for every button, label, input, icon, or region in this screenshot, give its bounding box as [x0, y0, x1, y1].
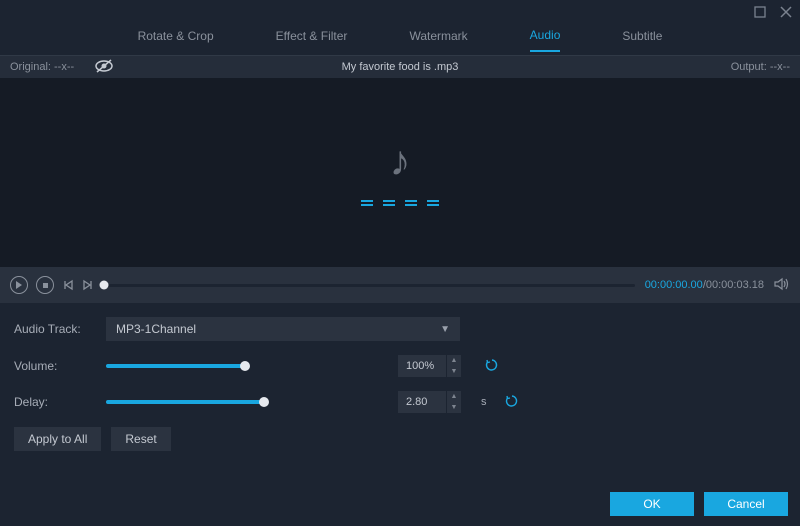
delay-reset-icon[interactable] [505, 394, 519, 411]
ok-button[interactable]: OK [610, 492, 694, 516]
delay-stepper[interactable]: ▲▼ [447, 391, 461, 413]
delay-unit: s [481, 396, 487, 408]
delay-slider[interactable] [106, 400, 384, 404]
preview-area: ♪ [0, 78, 800, 267]
cancel-button[interactable]: Cancel [704, 492, 788, 516]
output-dimensions: Output: --x-- [731, 61, 790, 73]
audio-track-select[interactable]: MP3-1Channel ▼ [106, 317, 460, 341]
volume-value[interactable]: 100% [398, 355, 446, 377]
tab-effect-filter[interactable]: Effect & Filter [276, 29, 348, 51]
stop-button[interactable] [36, 276, 54, 294]
chevron-down-icon: ▼ [440, 324, 450, 335]
time-total: 00:00:03.18 [706, 279, 764, 291]
volume-label: Volume: [14, 359, 92, 373]
progress-bar[interactable] [104, 284, 635, 287]
audio-track-label: Audio Track: [14, 322, 92, 336]
tab-subtitle[interactable]: Subtitle [622, 29, 662, 51]
tab-watermark[interactable]: Watermark [409, 29, 467, 51]
prev-frame-button[interactable] [62, 279, 74, 291]
volume-stepper[interactable]: ▲▼ [447, 355, 461, 377]
time-current: 00:00:00.00 [645, 279, 703, 291]
volume-slider[interactable] [106, 364, 384, 368]
filename-label: My favorite food is .mp3 [0, 61, 800, 73]
music-note-icon: ♪ [390, 140, 411, 182]
original-dimensions: Original: --x-- [10, 61, 74, 73]
volume-slider-thumb[interactable] [240, 361, 250, 371]
audio-track-value: MP3-1Channel [116, 322, 196, 336]
delay-slider-thumb[interactable] [259, 397, 269, 407]
delay-label: Delay: [14, 395, 92, 409]
volume-reset-icon[interactable] [485, 358, 499, 375]
close-icon[interactable] [778, 4, 794, 20]
apply-to-all-button[interactable]: Apply to All [14, 427, 101, 451]
reset-button[interactable]: Reset [111, 427, 170, 451]
tab-audio[interactable]: Audio [530, 28, 561, 52]
progress-thumb[interactable] [100, 281, 109, 290]
minimize-icon[interactable] [752, 4, 768, 20]
next-frame-button[interactable] [82, 279, 94, 291]
equalizer-icon [361, 200, 439, 206]
volume-icon[interactable] [774, 277, 790, 294]
tab-rotate-crop[interactable]: Rotate & Crop [138, 29, 214, 51]
tabs-bar: Rotate & Crop Effect & Filter Watermark … [0, 24, 800, 56]
preview-toggle-icon[interactable] [94, 59, 114, 76]
delay-value[interactable]: 2.80 [398, 391, 446, 413]
play-button[interactable] [10, 276, 28, 294]
